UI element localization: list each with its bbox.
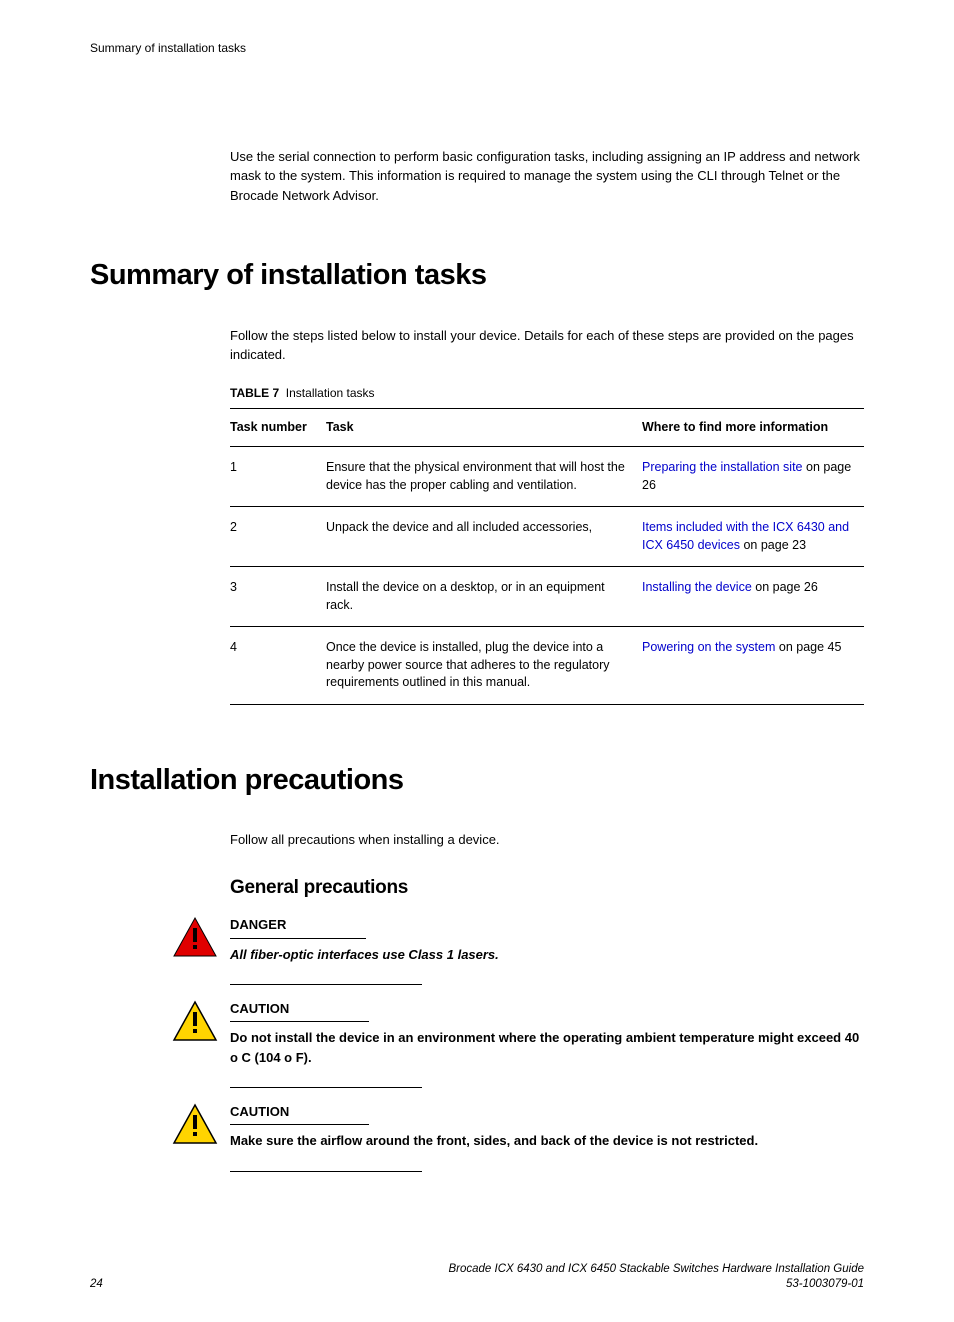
caution-callout: CAUTION Make sure the airflow around the… [172,1103,864,1151]
table-header-task: Task [326,408,642,447]
footer-title: Brocade ICX 6430 and ICX 6450 Stackable … [448,1262,864,1277]
cell-task: Unpack the device and all included acces… [326,507,642,567]
installation-tasks-table: Task number Task Where to find more info… [230,408,864,705]
cross-ref-link[interactable]: Installing the device [642,580,752,594]
cell-suffix: on page 26 [752,580,818,594]
section-heading-summary: Summary of installation tasks [90,255,864,296]
footer-docnum: 53-1003079-01 [448,1277,864,1292]
cell-info: Powering on the system on page 45 [642,627,864,705]
cell-num: 1 [230,447,326,507]
divider [230,984,422,985]
cell-num: 3 [230,567,326,627]
table-row: 3 Install the device on a desktop, or in… [230,567,864,627]
cell-task: Install the device on a desktop, or in a… [326,567,642,627]
caution-icon [172,1103,218,1145]
table-label: TABLE 7 [230,386,279,400]
table-row: 1 Ensure that the physical environment t… [230,447,864,507]
cell-num: 2 [230,507,326,567]
section-heading-precautions: Installation precautions [90,760,864,801]
table-caption: TABLE 7 Installation tasks [230,385,864,402]
cell-suffix: on page 23 [740,538,806,552]
section-body: Follow the steps listed below to install… [230,326,864,365]
running-header: Summary of installation tasks [90,40,864,57]
section-body: Follow all precautions when installing a… [230,830,864,850]
divider [230,1171,422,1172]
cross-ref-link[interactable]: Powering on the system [642,640,775,654]
cell-info: Items included with the ICX 6430 and ICX… [642,507,864,567]
cell-num: 4 [230,627,326,705]
cross-ref-link[interactable]: Preparing the installation site [642,460,803,474]
table-title: Installation tasks [286,386,375,400]
intro-paragraph: Use the serial connection to perform bas… [230,147,864,206]
danger-label: DANGER [230,916,366,938]
cell-task: Once the device is installed, plug the d… [326,627,642,705]
danger-callout: DANGER All fiber-optic interfaces use Cl… [172,916,864,964]
danger-icon [172,916,218,958]
table-header-num: Task number [230,408,326,447]
caution-callout: CAUTION Do not install the device in an … [172,1000,864,1067]
table-header-info: Where to find more information [642,408,864,447]
danger-text: All fiber-optic interfaces use Class 1 l… [230,945,864,965]
table-row: 4 Once the device is installed, plug the… [230,627,864,705]
page-number: 24 [90,1276,103,1292]
caution-icon [172,1000,218,1042]
subsection-heading: General precautions [230,875,864,902]
caution-label: CAUTION [230,1103,369,1125]
cell-info: Installing the device on page 26 [642,567,864,627]
divider [230,1087,422,1088]
caution-text: Do not install the device in an environm… [230,1028,864,1067]
caution-text: Make sure the airflow around the front, … [230,1131,864,1151]
cell-info: Preparing the installation site on page … [642,447,864,507]
cell-task: Ensure that the physical environment tha… [326,447,642,507]
table-row: 2 Unpack the device and all included acc… [230,507,864,567]
page-footer: 24 Brocade ICX 6430 and ICX 6450 Stackab… [90,1262,864,1292]
caution-label: CAUTION [230,1000,369,1022]
cell-suffix: on page 45 [775,640,841,654]
